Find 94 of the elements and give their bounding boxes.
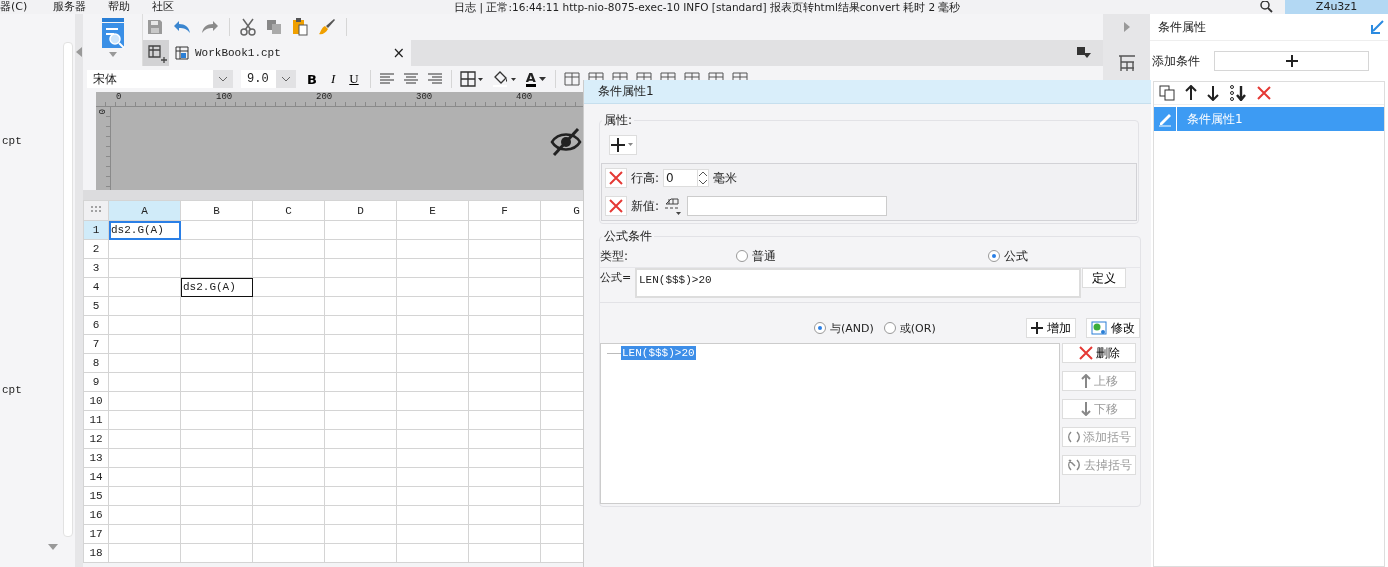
hidden-eye-icon[interactable] (550, 127, 582, 157)
underline-button[interactable]: U (346, 71, 362, 87)
column-header[interactable]: F (468, 200, 541, 221)
workbook-icon (175, 46, 189, 60)
bold-button[interactable]: B (304, 71, 320, 87)
arrow-down-icon[interactable] (1207, 85, 1219, 101)
status-log: 日志 | 正常:16:44:11 http-nio-8075-exec-10 INFO [standard] 报表页转html结果convert 耗时 2 毫秒 (454, 0, 961, 14)
column-header[interactable]: E (396, 200, 469, 221)
delete-button[interactable]: 删除 (1062, 343, 1136, 363)
formula-label: 公式= (600, 270, 633, 285)
property-label: 行高: (631, 169, 660, 187)
caret-icon[interactable] (538, 77, 547, 81)
table-cell[interactable]: ds2.G(A) (108, 220, 181, 240)
pencil-icon[interactable] (1157, 111, 1173, 127)
chevron-icon[interactable] (218, 76, 228, 82)
value-type-icon[interactable] (663, 196, 684, 216)
dialog-title: 条件属性1 (584, 80, 1151, 104)
add-property-button[interactable] (609, 135, 637, 155)
close-icon (609, 199, 623, 213)
value-input[interactable] (687, 196, 888, 216)
group-title: 公式条件 (603, 228, 653, 245)
close-icon (1078, 346, 1093, 360)
row-height-spinner[interactable]: 0 (663, 169, 710, 187)
add-condition-label: 添加条件 (1152, 52, 1200, 70)
close-icon (609, 171, 623, 185)
paste-icon[interactable] (292, 18, 308, 36)
preview-icon[interactable] (99, 18, 126, 48)
column-header[interactable]: A (108, 200, 181, 221)
arrow-up-icon[interactable] (1185, 85, 1197, 101)
vertical-ruler: 0 (96, 107, 111, 190)
undo-icon[interactable] (173, 20, 191, 34)
settings-icon (1090, 321, 1107, 335)
select-all-icon[interactable] (91, 205, 101, 214)
file-item[interactable]: cpt (0, 135, 62, 147)
chevron-icon[interactable] (281, 76, 291, 82)
menu-item[interactable]: 帮助 (108, 0, 131, 14)
dropdown-icon[interactable] (1077, 47, 1091, 59)
remove-button[interactable] (605, 168, 627, 188)
arrow-up-icon (1080, 374, 1091, 388)
grid-icon[interactable] (1117, 54, 1136, 72)
plus-icon (1030, 322, 1043, 334)
define-button[interactable]: 定义 (1082, 268, 1126, 288)
copy-icon[interactable] (266, 19, 282, 35)
border-icon[interactable] (459, 71, 484, 87)
arrow-icon[interactable] (1370, 20, 1384, 34)
workbook-tab[interactable]: WorkBook1.cpt × (169, 40, 411, 66)
radio-option[interactable]: 与(AND) (814, 320, 874, 336)
radio-option[interactable]: 普通 (736, 247, 988, 265)
brackets-icon (1067, 431, 1080, 443)
column-header[interactable]: C (252, 200, 325, 221)
unit-label: 毫米 (713, 169, 738, 187)
search-icon[interactable] (1259, 1, 1275, 13)
align-icon[interactable] (426, 73, 443, 85)
user-name[interactable]: Z4u3z1 (1285, 0, 1388, 14)
modify-button[interactable]: 修改 (1085, 318, 1140, 338)
radio-option[interactable]: 公式 (988, 247, 1028, 265)
fill-color-icon[interactable] (491, 71, 518, 87)
scrollbar[interactable] (63, 42, 73, 537)
group-title: 属性: (603, 112, 634, 129)
sort-down-icon[interactable] (1229, 85, 1247, 101)
table-tool-icon[interactable] (563, 72, 580, 86)
plus-icon (1285, 55, 1298, 67)
panel-title: 条件属性 (1158, 18, 1206, 36)
align-icon[interactable] (402, 73, 419, 85)
add-button[interactable]: 增加 (1025, 318, 1076, 338)
arrow-down-icon (1080, 402, 1091, 416)
align-icon[interactable] (378, 73, 395, 85)
remove-button[interactable] (605, 196, 627, 216)
save-icon[interactable] (147, 19, 163, 35)
remove-brackets-icon (1066, 458, 1081, 472)
add-sheet-icon[interactable] (143, 40, 169, 66)
redo-icon[interactable] (201, 20, 219, 34)
font-color-button[interactable]: A (525, 71, 547, 87)
copy-icon[interactable] (1159, 85, 1175, 101)
spinner-arrows-icon[interactable] (698, 170, 709, 186)
size-select[interactable]: 9.0 (241, 70, 296, 88)
formula-field[interactable]: LEN($$$)>20 (635, 268, 1081, 298)
menu-item[interactable]: 服务器 (53, 0, 87, 14)
scissors-icon[interactable] (240, 18, 256, 36)
plus-icon (611, 138, 635, 152)
font-select[interactable]: 宋体 (87, 70, 233, 88)
file-item[interactable]: cpt (0, 384, 62, 396)
radio-option[interactable]: 或(OR) (883, 320, 936, 336)
delete-icon[interactable] (1257, 86, 1271, 100)
table-cell[interactable]: ds2.G(A) (180, 277, 253, 297)
column-header[interactable]: B (180, 200, 253, 221)
menu-item[interactable]: 器(C) (0, 0, 28, 14)
italic-button[interactable]: I (327, 71, 339, 87)
expand-icon[interactable] (1123, 22, 1130, 32)
type-label: 类型: (600, 247, 630, 265)
property-label: 新值: (631, 197, 660, 215)
menu-item[interactable]: 社区 (152, 0, 175, 14)
column-header[interactable]: D (324, 200, 397, 221)
brush-icon[interactable] (318, 18, 336, 36)
